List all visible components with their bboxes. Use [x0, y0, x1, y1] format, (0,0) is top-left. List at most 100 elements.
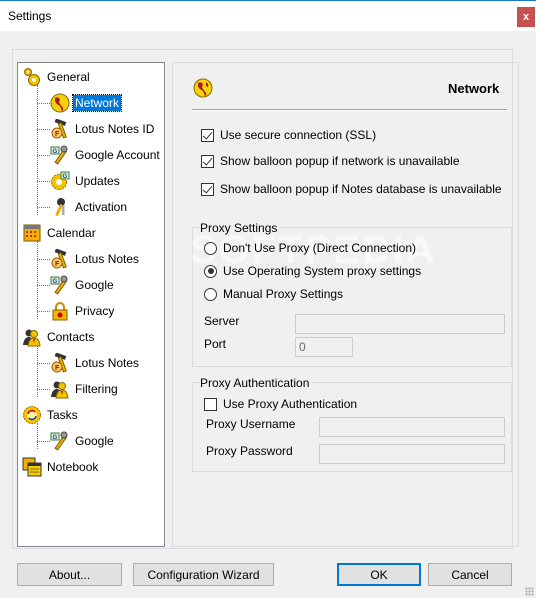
- checkbox-box[interactable]: [201, 154, 214, 168]
- tree-item-label: Activation: [75, 200, 128, 214]
- svg-text:G: G: [53, 279, 58, 285]
- svg-text:F: F: [55, 365, 60, 372]
- calendar-icon: [22, 223, 42, 243]
- google-wrench-icon: G: [50, 431, 70, 451]
- tree-item-lotus-notes[interactable]: F Lotus Notes: [50, 352, 141, 374]
- tree-item-label: Lotus Notes: [75, 252, 140, 266]
- proxy-username-input[interactable]: [319, 417, 505, 437]
- tree-item-general[interactable]: General: [22, 66, 92, 88]
- updates-gear-icon: G: [50, 171, 70, 191]
- google-wrench-icon: G: [50, 145, 70, 165]
- tree-item-privacy[interactable]: Privacy: [50, 300, 116, 322]
- tree-item-tasks[interactable]: Tasks: [22, 404, 80, 426]
- tree-connector: [37, 85, 38, 215]
- tree-item-lotus-notes[interactable]: F Lotus Notes: [50, 248, 141, 270]
- tree-item-calendar[interactable]: Calendar: [22, 222, 98, 244]
- tree-item-label: Privacy: [75, 304, 115, 318]
- tree-item-label: Tasks: [47, 408, 78, 422]
- tree-item-label: Google Account: [75, 148, 160, 162]
- panel-title: Network: [448, 81, 500, 96]
- tree-connector: [37, 363, 50, 364]
- google-wrench-icon: G: [50, 275, 70, 295]
- tree-item-label: Lotus Notes: [75, 356, 140, 370]
- network-balloon-checkbox[interactable]: Show balloon popup if network is unavail…: [201, 154, 460, 168]
- notebook-icon: [22, 457, 42, 477]
- contacts-icon: [50, 379, 70, 399]
- tree-item-lotus-notes-id[interactable]: F Lotus Notes ID: [50, 118, 156, 140]
- radio-circle[interactable]: [204, 241, 217, 255]
- tree-connector: [37, 285, 50, 286]
- tree-item-label: Notebook: [47, 460, 99, 474]
- proxy-settings-legend: Proxy Settings: [200, 221, 281, 235]
- checkbox-box[interactable]: [201, 128, 214, 142]
- tree-item-notebook[interactable]: Notebook: [22, 456, 100, 478]
- tree-connector: [37, 311, 50, 312]
- about-button[interactable]: About...: [17, 563, 122, 586]
- lotus-hammer-icon: F: [50, 352, 70, 373]
- tree-item-label: Contacts: [47, 330, 95, 344]
- settings-tree[interactable]: General Network F Lotus Notes ID G Google Acc…: [17, 62, 165, 547]
- radio-circle[interactable]: [204, 264, 217, 278]
- tree-connector: [37, 181, 50, 182]
- ok-button[interactable]: OK: [337, 563, 421, 586]
- tree-item-contacts[interactable]: Contacts: [22, 326, 96, 348]
- ssl-checkbox[interactable]: Use secure connection (SSL): [201, 128, 376, 142]
- checkbox-label: Use Proxy Authentication: [223, 397, 358, 411]
- radio-no-proxy[interactable]: Don't Use Proxy (Direct Connection): [204, 241, 416, 255]
- globe-icon: [193, 78, 213, 98]
- keys-icon: [50, 197, 70, 217]
- lotus-hammer-icon: F: [50, 118, 70, 139]
- tree-item-google[interactable]: G Google: [50, 430, 116, 452]
- proxy-password-input[interactable]: [319, 444, 505, 464]
- radio-os-proxy[interactable]: Use Operating System proxy settings: [204, 264, 421, 278]
- tree-item-label: Google: [75, 434, 114, 448]
- title-bar: Settings x: [0, 0, 536, 31]
- tree-connector: [37, 155, 50, 156]
- lotus-hammer-icon: F: [50, 248, 70, 269]
- tree-item-label: Google: [75, 278, 114, 292]
- radio-label: Manual Proxy Settings: [223, 287, 344, 301]
- use-proxy-auth-checkbox[interactable]: Use Proxy Authentication: [204, 397, 357, 411]
- radio-circle[interactable]: [204, 287, 217, 301]
- tree-item-google[interactable]: G Google: [50, 274, 116, 296]
- proxy-password-label: Proxy Password: [206, 444, 293, 458]
- svg-text:F: F: [55, 131, 60, 138]
- svg-text:G: G: [63, 174, 68, 180]
- padlock-icon: [50, 301, 70, 321]
- cancel-button[interactable]: Cancel: [428, 563, 512, 586]
- svg-text:G: G: [53, 435, 58, 441]
- server-input[interactable]: [295, 314, 505, 334]
- contacts-icon: [22, 327, 42, 347]
- tree-item-filtering[interactable]: Filtering: [50, 378, 120, 400]
- tree-item-activation[interactable]: Activation: [50, 196, 129, 218]
- checkbox-label: Use secure connection (SSL): [220, 128, 377, 142]
- checkbox-box[interactable]: [201, 182, 214, 196]
- tree-item-label: Filtering: [75, 382, 118, 396]
- radio-label: Use Operating System proxy settings: [223, 264, 422, 278]
- checkbox-box[interactable]: [204, 397, 217, 411]
- port-input[interactable]: [295, 337, 353, 357]
- tree-connector: [37, 259, 50, 260]
- tree-item-updates[interactable]: G Updates: [50, 170, 122, 192]
- radio-manual-proxy[interactable]: Manual Proxy Settings: [204, 287, 343, 301]
- tree-connector: [37, 423, 38, 449]
- gears-icon: [22, 67, 42, 87]
- configuration-wizard-button[interactable]: Configuration Wizard: [133, 563, 274, 586]
- checkbox-label: Show balloon popup if network is unavail…: [220, 154, 460, 168]
- port-label: Port: [204, 337, 227, 351]
- notes-db-balloon-checkbox[interactable]: Show balloon popup if Notes database is …: [201, 182, 502, 196]
- resize-grip[interactable]: [525, 587, 534, 596]
- tree-item-label: Lotus Notes ID: [75, 122, 155, 136]
- tree-connector: [37, 207, 50, 208]
- window-title: Settings: [8, 9, 52, 23]
- tree-item-google-account[interactable]: G Google Account: [50, 144, 162, 166]
- tree-connector: [37, 241, 38, 319]
- tree-item-network[interactable]: Network: [50, 92, 123, 114]
- server-label: Server: [204, 314, 240, 328]
- tree-connector: [37, 103, 50, 104]
- tasks-gear-icon: [22, 405, 42, 425]
- tree-item-label: General: [47, 70, 90, 84]
- close-button[interactable]: x: [517, 7, 535, 27]
- tree-connector: [37, 129, 50, 130]
- proxy-username-label: Proxy Username: [206, 417, 296, 431]
